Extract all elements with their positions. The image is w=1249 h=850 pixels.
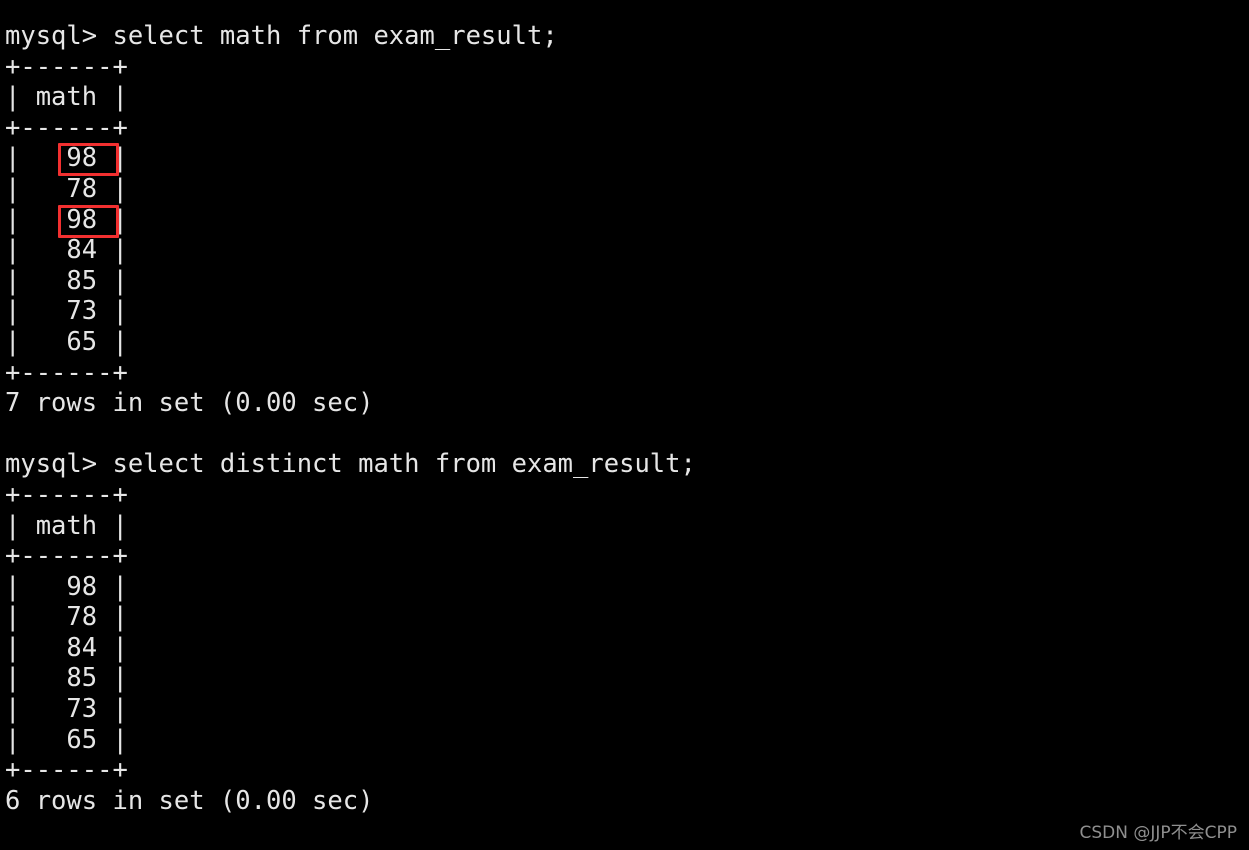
terminal-output: mysql> select math from exam_result; +--… xyxy=(5,21,1245,816)
table-header-separator: +------+ xyxy=(5,112,128,143)
table-row: | 73 | xyxy=(5,694,128,725)
table-row: | 73 | xyxy=(5,296,128,327)
command-line-select-distinct-math: mysql> select distinct math from exam_re… xyxy=(5,449,696,480)
table-row: | 84 | xyxy=(5,235,128,266)
terminal-window: mysql> select math from exam_result; +--… xyxy=(0,0,1249,850)
table-row: | 85 | xyxy=(5,663,128,694)
table-bottom-border: +------+ xyxy=(5,357,128,388)
table-row: | 78 | xyxy=(5,602,128,633)
watermark: CSDN @JJP不会CPP xyxy=(1079,823,1237,843)
table-header-row: | math | xyxy=(5,82,128,113)
status-line-rows-in-set: 6 rows in set (0.00 sec) xyxy=(5,785,374,816)
table-top-border: +------+ xyxy=(5,51,128,82)
table-header-row: | math | xyxy=(5,510,128,541)
table-header-separator: +------+ xyxy=(5,541,128,572)
table-row: | 84 | xyxy=(5,632,128,663)
table-row: | 65 | xyxy=(5,724,128,755)
table-row: | 85 | xyxy=(5,265,128,296)
table-row: | 98 | xyxy=(5,571,128,602)
table-top-border: +------+ xyxy=(5,479,128,510)
table-row: | 65 | xyxy=(5,326,128,357)
command-line-select-math: mysql> select math from exam_result; xyxy=(5,21,558,51)
table-row: | 78 | xyxy=(5,173,128,204)
table-bottom-border: +------+ xyxy=(5,755,128,786)
table-row: | 98 | xyxy=(5,204,128,235)
table-row: | 98 | xyxy=(5,143,128,174)
status-line-rows-in-set: 7 rows in set (0.00 sec) xyxy=(5,388,374,419)
